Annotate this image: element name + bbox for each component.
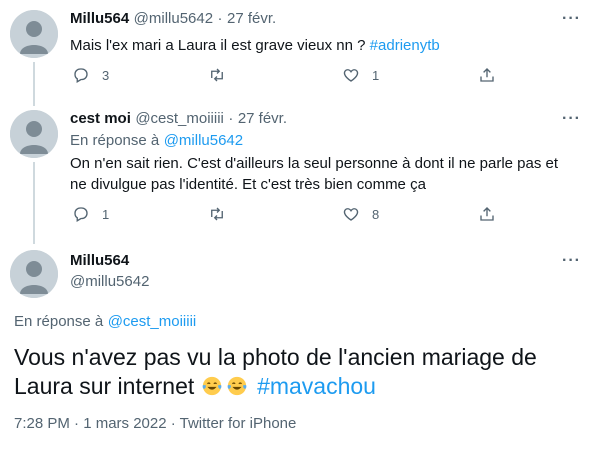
retweet-icon	[211, 68, 223, 82]
reply-to-handle-link[interactable]: @millu5642	[164, 132, 243, 149]
avatar[interactable]	[10, 110, 58, 158]
share-icon	[480, 68, 494, 82]
reply-button[interactable]: 3	[72, 66, 109, 84]
thread-line	[33, 62, 35, 106]
avatar[interactable]	[10, 10, 58, 58]
reply-count: 3	[102, 67, 110, 83]
tweet-text-line: Vous n'avez pas vu la photo de l'ancien …	[14, 344, 537, 370]
reply-context: En réponse à @cest_moiiiii	[14, 313, 196, 331]
default-avatar-icon	[10, 10, 58, 58]
separator-dot: ·	[217, 10, 223, 27]
face-with-tears-of-joy-icon	[202, 376, 222, 396]
display-name[interactable]: cest moi	[70, 110, 131, 127]
share-button[interactable]	[478, 66, 496, 84]
tweet-header: Millu564 @millu5642 · 27 févr.	[70, 10, 276, 28]
tweet-text: Vous n'avez pas vu la photo de l'ancien …	[14, 343, 574, 401]
hashtag-link[interactable]: #mavachou	[257, 373, 376, 399]
avatar[interactable]	[10, 250, 58, 298]
display-name[interactable]: Millu564	[70, 252, 129, 269]
tweet-text-line: ne divulgue pas l'identité. Et c'est trè…	[70, 176, 426, 193]
reply-count: 1	[102, 206, 110, 222]
more-options-icon[interactable]: ···	[562, 252, 581, 270]
like-count: 8	[372, 206, 380, 222]
thread-line	[33, 162, 35, 244]
default-avatar-icon	[10, 110, 58, 158]
default-avatar-icon	[10, 250, 58, 298]
like-button[interactable]: 1	[342, 66, 379, 84]
separator-dot: ·	[228, 110, 234, 127]
tweet-text-line-2: Laura sur internet #mavachou	[14, 372, 574, 401]
reply-to-label: En réponse à	[14, 313, 104, 330]
tweet-text: On n'en sait rien. C'est d'ailleurs la s…	[70, 153, 585, 195]
reply-button[interactable]: 1	[72, 205, 109, 223]
share-button[interactable]	[478, 205, 496, 223]
tweet-text-line: On n'en sait rien. C'est d'ailleurs la s…	[70, 155, 559, 172]
reply-to-label: En réponse à	[70, 132, 160, 149]
heart-icon	[343, 69, 359, 82]
user-handle[interactable]: @millu5642	[70, 273, 149, 290]
user-handle[interactable]: @cest_moiiiii	[135, 110, 224, 127]
like-button[interactable]: 8	[342, 205, 379, 223]
tweet-text: Mais l'ex mari a Laura il est grave vieu…	[70, 35, 440, 56]
like-count: 1	[372, 67, 380, 83]
share-icon	[480, 207, 494, 221]
tweet-date[interactable]: 27 févr.	[227, 10, 276, 27]
user-handle[interactable]: @millu5642	[134, 10, 213, 27]
tweet-timestamp-source[interactable]: 7:28 PM · 1 mars 2022 · Twitter for iPho…	[14, 415, 296, 432]
tweet-header: cest moi @cest_moiiiii · 27 févr.	[70, 110, 287, 128]
heart-icon	[343, 208, 359, 221]
more-options-icon[interactable]: ···	[562, 10, 581, 28]
retweet-icon	[211, 207, 223, 221]
hashtag-link[interactable]: #adrienytb	[370, 37, 440, 54]
reply-icon	[74, 207, 88, 222]
reply-context: En réponse à @millu5642	[70, 132, 243, 150]
more-options-icon[interactable]: ···	[562, 110, 581, 128]
face-with-tears-of-joy-icon	[227, 376, 247, 396]
display-name[interactable]: Millu564	[70, 10, 129, 27]
retweet-button[interactable]	[208, 66, 226, 84]
tweet-text-fragment: Laura sur internet	[14, 373, 195, 399]
reply-to-handle-link[interactable]: @cest_moiiiii	[108, 313, 197, 330]
retweet-button[interactable]	[208, 205, 226, 223]
tweet-date[interactable]: 27 févr.	[238, 110, 287, 127]
tweet-body: Mais l'ex mari a Laura il est grave vieu…	[70, 37, 366, 54]
reply-icon	[74, 68, 88, 83]
